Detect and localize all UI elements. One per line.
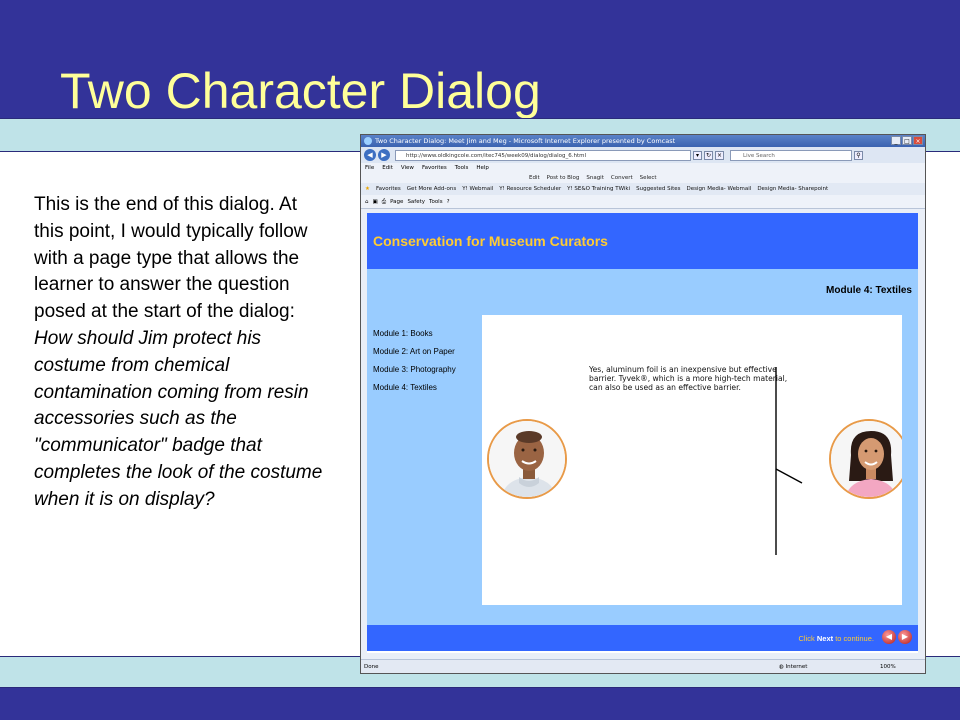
zone-label: Internet [785, 664, 808, 670]
menu-help[interactable]: Help [476, 163, 489, 174]
ie-icon [364, 137, 372, 145]
toolbar-edit[interactable]: Edit [529, 174, 540, 183]
window-title: Two Character Dialog: Meet Jim and Meg -… [375, 137, 676, 145]
stage-right-margin [902, 315, 918, 605]
status-zone: ◍ Internet [779, 660, 808, 673]
favorites-bar: ★ Favorites Get More Add-ons Y! Webmail … [361, 183, 925, 195]
fav-resource-scheduler[interactable]: Y! Resource Scheduler [499, 183, 561, 195]
continue-suffix: to continue. [833, 634, 874, 643]
module-title: Module 4: Textiles [826, 285, 912, 296]
nav-module-4[interactable]: Module 4: Textiles [373, 383, 437, 392]
fav-design-media-webmail[interactable]: Design Media- Webmail [687, 183, 752, 195]
toolbar-select[interactable]: Select [640, 174, 657, 183]
menu-tools[interactable]: Tools [455, 163, 469, 174]
fav-get-more-addons[interactable]: Get More Add-ons [407, 183, 456, 195]
favorites-star-icon: ★ [365, 186, 370, 192]
jim-avatar [487, 419, 567, 499]
feeds-icon[interactable]: ▣ [373, 195, 378, 208]
zoom-level[interactable]: 100% [880, 660, 896, 673]
addon-toolbar: Edit Post to Blog Snagit Convert Select [361, 174, 925, 183]
module-nav: Module 1: Books Module 2: Art on Paper M… [367, 315, 482, 605]
menu-view[interactable]: View [401, 163, 414, 174]
dialog-stage: Yes, aluminum foil is an inexpensive but… [482, 315, 909, 605]
favorites-button[interactable]: Favorites [376, 183, 401, 195]
continue-prefix: Click [798, 634, 817, 643]
globe-icon: ◍ [779, 664, 784, 670]
refresh-icon[interactable]: ↻ [704, 150, 713, 160]
command-tools[interactable]: Tools [429, 195, 443, 208]
search-icon[interactable]: ⚲ [854, 150, 863, 160]
toolbar-snagit[interactable]: Snagit [586, 174, 604, 183]
course-header: Conservation for Museum Curators [367, 213, 918, 269]
continue-next-word: Next [816, 634, 834, 643]
module-header: Module 4: Textiles [367, 269, 918, 315]
url-field[interactable]: http://www.oldkingcole.com/itec745/week0… [395, 149, 691, 161]
command-bar: ⌂ ▣ ⎙ Page Safety Tools ? [361, 195, 925, 209]
window-controls: _ □ × [891, 136, 923, 145]
body-intro: This is the end of this dialog. At this … [34, 194, 308, 323]
speech-text: Yes, aluminum foil is an inexpensive but… [589, 365, 788, 392]
maximize-button[interactable]: □ [902, 136, 912, 145]
course-footer: Click Next to continue. ◀ ▶ [367, 625, 918, 651]
slide-body-text: This is the end of this dialog. At this … [34, 192, 330, 514]
slide-title: Two Character Dialog [60, 63, 541, 119]
minimize-button[interactable]: _ [891, 136, 901, 145]
body-question: How should Jim protect his costume from … [34, 327, 323, 510]
nav-module-1[interactable]: Module 1: Books [373, 329, 433, 338]
address-bar-row: ◀ ▶ http://www.oldkingcole.com/itec745/w… [361, 147, 925, 163]
forward-icon[interactable]: ▶ [378, 149, 390, 161]
stop-icon[interactable]: × [715, 150, 724, 160]
meg-avatar [829, 419, 909, 499]
fav-design-media-sharepoint[interactable]: Design Media- Sharepoint [757, 183, 828, 195]
stage-bottom-margin [367, 605, 918, 625]
nav-module-2[interactable]: Module 2: Art on Paper [373, 347, 455, 356]
browser-title-bar: Two Character Dialog: Meet Jim and Meg -… [361, 135, 925, 147]
toolbar-post-to-blog[interactable]: Post to Blog [547, 174, 580, 183]
menu-bar: File Edit View Favorites Tools Help [361, 163, 925, 174]
fav-webmail[interactable]: Y! Webmail [462, 183, 493, 195]
back-icon[interactable]: ◀ [364, 149, 376, 161]
close-button[interactable]: × [913, 136, 923, 145]
fav-suggested-sites[interactable]: Suggested Sites [636, 183, 680, 195]
print-icon[interactable]: ⎙ [382, 195, 386, 208]
menu-file[interactable]: File [365, 163, 374, 174]
nav-module-3[interactable]: Module 3: Photography [373, 365, 456, 374]
search-input[interactable]: Live Search [730, 149, 852, 161]
browser-window: Two Character Dialog: Meet Jim and Meg -… [360, 134, 926, 674]
fav-training-twiki[interactable]: Y! SE&O Training TWiki [567, 183, 630, 195]
help-icon[interactable]: ? [447, 195, 450, 208]
dropdown-icon[interactable]: ▾ [693, 150, 702, 160]
toolbar-convert[interactable]: Convert [611, 174, 633, 183]
status-bar: Done ◍ Internet 100% [361, 659, 925, 673]
continue-instruction: Click Next to continue. [799, 634, 874, 643]
status-text: Done [364, 664, 379, 670]
command-safety[interactable]: Safety [407, 195, 425, 208]
speech-pointer [775, 367, 803, 555]
course-title: Conservation for Museum Curators [373, 233, 608, 249]
previous-arrow-icon[interactable]: ◀ [882, 630, 896, 644]
next-arrow-icon[interactable]: ▶ [898, 630, 912, 644]
command-page[interactable]: Page [390, 195, 403, 208]
web-page-content: Conservation for Museum Curators Module … [367, 213, 918, 653]
slide-footer-band [0, 688, 960, 720]
menu-favorites[interactable]: Favorites [422, 163, 447, 174]
menu-edit[interactable]: Edit [382, 163, 393, 174]
home-icon[interactable]: ⌂ [365, 195, 369, 208]
